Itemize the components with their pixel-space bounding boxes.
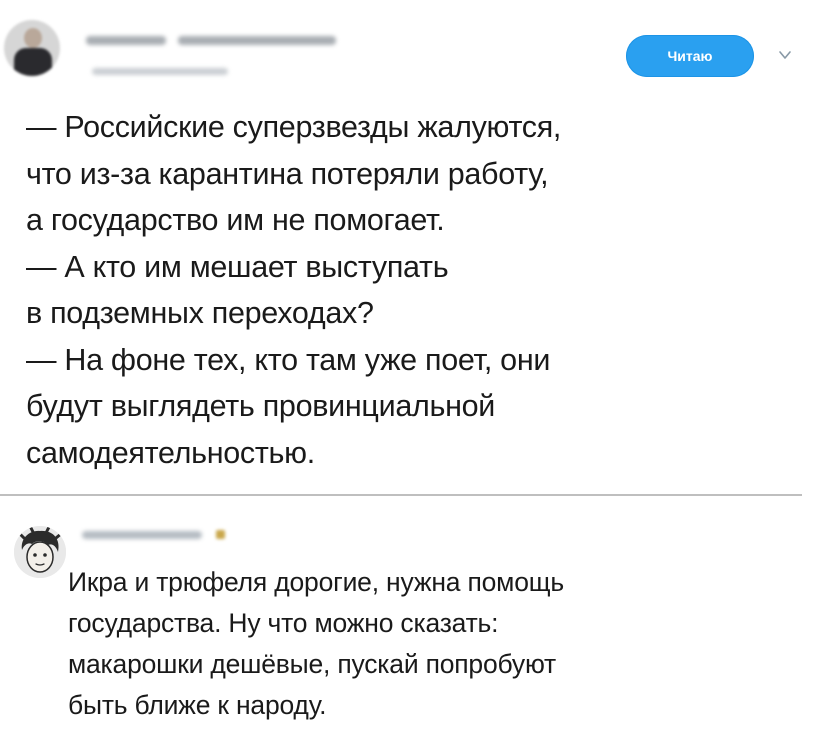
verified-badge-icon xyxy=(216,530,225,539)
reply-avatar-image xyxy=(14,526,66,578)
avatar-torso-shape xyxy=(14,48,52,76)
tweet-text-line: будут выглядеть провинциальной xyxy=(26,389,496,423)
author-name-redacted[interactable] xyxy=(86,36,166,45)
reply-text-line: государства. Ну что можно сказать: xyxy=(68,608,499,638)
author-avatar[interactable] xyxy=(4,20,60,76)
reply-author-name-redacted[interactable] xyxy=(82,531,202,539)
author-name-redacted-2[interactable] xyxy=(178,36,336,45)
tweet-text-line: а государство им не помогает. xyxy=(26,203,445,237)
chevron-down-icon[interactable] xyxy=(778,48,792,62)
tweet-text-line: — На фоне тех, кто там уже поет, они xyxy=(26,342,551,377)
tweet-text: — Российские суперзвезды жалуются, что и… xyxy=(26,104,796,476)
tweet-text-line: самодеятельностью. xyxy=(26,435,315,470)
author-handle-redacted[interactable] xyxy=(92,68,228,75)
avatar-head-shape xyxy=(24,28,42,48)
tweet-text-line: что из-за карантина потеряли работу, xyxy=(26,156,549,191)
reply-avatar[interactable] xyxy=(14,526,66,578)
reply-text-line: быть ближе к народу. xyxy=(68,690,327,720)
reply-text-line: Икра и трюфеля дорогие, нужна помощь xyxy=(68,567,564,597)
reply-text-line: макарошки дешёвые, пускай попробуют xyxy=(68,649,556,679)
reply-text: Икра и трюфеля дорогие, нужна помощь гос… xyxy=(68,562,798,726)
follow-button[interactable]: Читаю xyxy=(626,35,754,77)
tweet-text-line: в подземных переходах? xyxy=(26,296,374,330)
tweet-text-line: — Российские суперзвезды жалуются, xyxy=(26,110,562,144)
follow-button-label: Читаю xyxy=(667,48,713,64)
divider xyxy=(0,494,802,496)
tweet-text-line: — А кто им мешает выступать xyxy=(26,249,449,284)
